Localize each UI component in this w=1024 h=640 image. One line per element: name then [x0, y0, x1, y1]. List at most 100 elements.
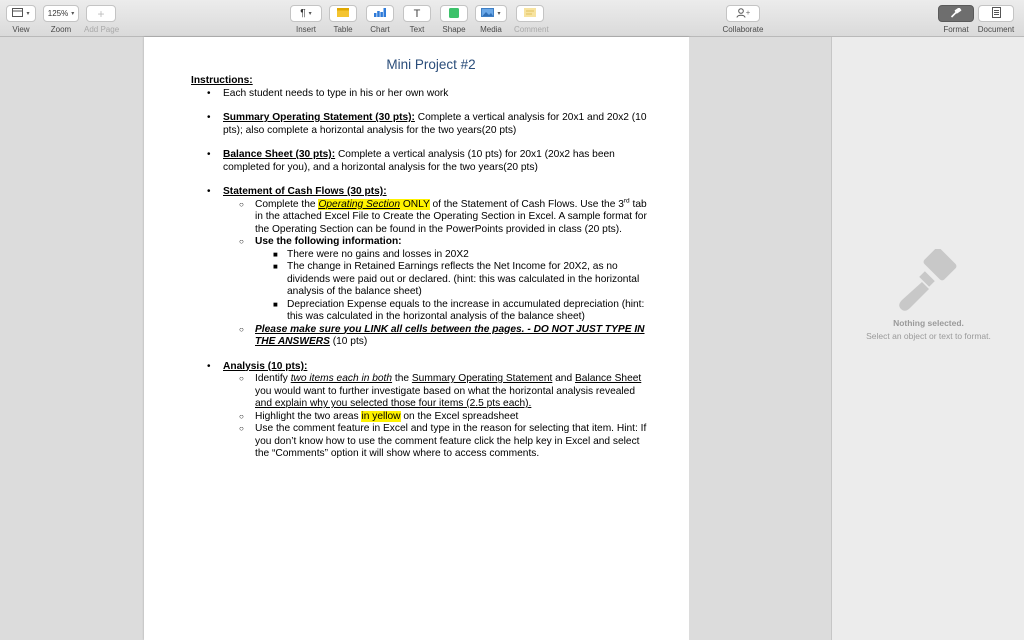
view-control[interactable]: ▾ View [6, 5, 36, 34]
nothing-selected-hint: Select an object or text to format. [866, 331, 991, 341]
bullet-icon: • [207, 186, 211, 197]
chevron-down-icon: ▾ [71, 11, 75, 17]
list-item: • Summary Operating Statement (30 pts): … [191, 112, 651, 137]
document-control[interactable]: Document [976, 5, 1016, 34]
insert-control[interactable]: ¶ ▾ Insert [290, 5, 322, 34]
shape-button[interactable] [440, 5, 468, 22]
item-text: Identify [255, 373, 291, 384]
highlighted-text: in yellow [361, 410, 401, 422]
circle-bullet-icon: ○ [239, 237, 244, 246]
collaborate-icon: + [736, 7, 751, 20]
table-button[interactable] [329, 5, 357, 22]
sub-sub-list-item: ■ There were no gains and losses in 20X2 [255, 249, 651, 262]
underlined-text: Balance Sheet [574, 373, 642, 384]
square-bullet-icon: ■ [273, 249, 278, 259]
chevron-down-icon: ▾ [497, 11, 501, 17]
item-heading: Summary Operating Statement (30 pts): [223, 112, 415, 123]
item-text: Highlight the two areas [255, 410, 362, 422]
document-icon [991, 7, 1001, 20]
format-control[interactable]: Format [938, 5, 974, 34]
collaborate-button[interactable]: + [726, 5, 760, 22]
bullet-icon: • [207, 112, 211, 123]
chart-icon [374, 8, 386, 19]
table-icon [337, 8, 349, 19]
format-button[interactable] [938, 5, 974, 22]
text-icon: T [413, 7, 421, 20]
emphasis-text: Please make sure you LINK all cells betw… [255, 323, 645, 348]
insert-label: Insert [295, 25, 316, 34]
item-heading: Analysis (10 pts): [223, 360, 308, 372]
instructions-heading: Instructions: [191, 75, 253, 86]
sub-sub-list-item: ■ The change in Retained Earnings reflec… [255, 261, 651, 299]
document-button[interactable] [978, 5, 1014, 22]
circle-bullet-icon: ○ [239, 411, 244, 421]
shape-control[interactable]: Shape [440, 5, 468, 34]
emphasis-text: two items each in both [290, 373, 393, 384]
paintbrush-icon [896, 247, 962, 315]
zoom-select[interactable]: 125% ▾ [43, 5, 79, 22]
view-button[interactable]: ▾ [6, 5, 36, 22]
collaborate-label: Collaborate [722, 25, 764, 34]
circle-bullet-icon: ○ [239, 199, 244, 209]
item-text: (10 pts) [329, 336, 368, 347]
view-label: View [12, 25, 30, 34]
sub-list-item: ○ Please make sure you LINK all cells be… [223, 324, 651, 349]
media-icon [481, 8, 495, 19]
circle-bullet-icon: ○ [239, 424, 244, 433]
item-heading: Statement of Cash Flows (30 pts): [223, 186, 387, 197]
shape-icon [449, 7, 459, 20]
chart-button[interactable] [366, 5, 394, 22]
comment-button[interactable] [516, 5, 544, 22]
zoom-control[interactable]: 125% ▾ Zoom [43, 5, 79, 34]
chart-label: Chart [370, 25, 390, 34]
item-text: The change in Retained Earnings reflects… [287, 261, 640, 297]
item-text: Use the comment feature in Excel and typ… [255, 423, 647, 459]
underlined-text: and explain why you selected those four … [255, 398, 532, 409]
add-page-button[interactable]: + [86, 5, 116, 22]
list-item: • Analysis (10 pts): ○ Identify two item… [191, 361, 651, 461]
comment-control[interactable]: Comment [514, 5, 549, 34]
document-page[interactable]: Mini Project #2 Instructions: • Each stu… [144, 37, 689, 640]
comment-label: Comment [514, 25, 549, 34]
page-title: Mini Project #2 [386, 57, 476, 72]
item-text: of the Statement of Cash Flows. Use the … [429, 198, 624, 210]
table-control[interactable]: Table [329, 5, 357, 34]
highlighted-text: ONLY [400, 198, 430, 210]
media-button[interactable]: ▾ [475, 5, 507, 22]
list-item: • Balance Sheet (30 pts): Complete a ver… [191, 149, 651, 174]
add-page-control[interactable]: + Add Page [84, 5, 119, 34]
item-text: and [552, 373, 575, 384]
svg-text:+: + [746, 9, 751, 16]
item-text: Complete the [255, 198, 319, 210]
bullet-icon: • [207, 149, 211, 160]
item-text: Use the following information: [255, 236, 402, 247]
document-body[interactable]: Mini Project #2 Instructions: • Each stu… [191, 57, 651, 461]
chevron-down-icon: ▾ [308, 11, 312, 17]
media-control[interactable]: ▾ Media [475, 5, 507, 34]
item-text: you would want to further investigate ba… [255, 385, 635, 397]
canvas-left-margin [0, 37, 144, 640]
comment-icon [524, 8, 536, 19]
square-bullet-icon: ■ [273, 262, 278, 271]
toolbar: ▾ View 125% ▾ Zoom + Add Page ¶ ▾ Insert T… [0, 0, 1024, 37]
bullet-icon: • [207, 87, 211, 99]
item-text: Each student needs to type in his or her… [223, 87, 449, 99]
text-control[interactable]: T Text [403, 5, 431, 34]
list-item: • Statement of Cash Flows (30 pts): ○ Co… [191, 186, 651, 349]
paintbrush-icon [950, 6, 962, 20]
circle-bullet-icon: ○ [239, 324, 244, 334]
table-label: Table [333, 25, 353, 34]
item-text: There were no gains and losses in 20X2 [287, 248, 469, 260]
sub-sub-list-item: ■ Depreciation Expense equals to the inc… [255, 299, 651, 324]
text-button[interactable]: T [403, 5, 431, 22]
insert-button[interactable]: ¶ ▾ [290, 5, 322, 22]
sidebar-view-icon [12, 8, 24, 19]
chart-control[interactable]: Chart [366, 5, 394, 34]
item-text: on the Excel spreadsheet [400, 410, 519, 422]
collaborate-control[interactable]: + Collaborate [716, 5, 770, 34]
canvas-right-margin [689, 37, 831, 640]
sub-list-item: ○ Complete the Operating Section ONLY of… [223, 197, 651, 237]
sub-list-item: ○ Use the comment feature in Excel and t… [223, 423, 651, 461]
item-text: the [392, 373, 412, 384]
item-text: Depreciation Expense equals to the incre… [287, 298, 645, 323]
